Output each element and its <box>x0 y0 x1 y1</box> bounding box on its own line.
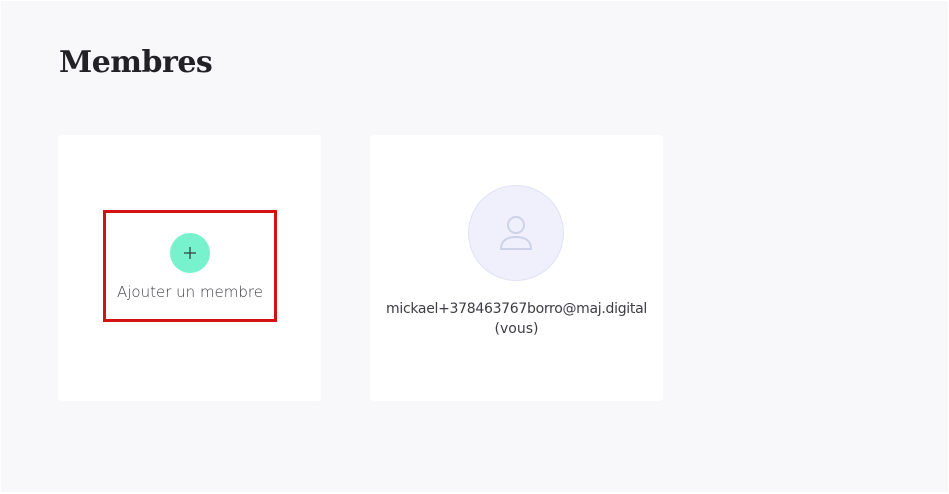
user-icon <box>500 216 532 250</box>
add-member-button[interactable]: Ajouter un membre <box>103 210 277 322</box>
members-page: Membres Ajouter un membre mickael+378463… <box>1 1 948 492</box>
add-member-label[interactable]: Ajouter un membre <box>117 283 263 301</box>
member-email: mickael+378463767borro@maj.digital <box>386 301 647 317</box>
member-you-label: (vous) <box>494 321 539 337</box>
add-member-card: Ajouter un membre <box>58 135 321 401</box>
plus-icon[interactable] <box>170 233 210 273</box>
avatar <box>468 185 564 281</box>
member-card: mickael+378463767borro@maj.digital (vous… <box>370 135 663 401</box>
page-title: Membres <box>59 45 213 80</box>
